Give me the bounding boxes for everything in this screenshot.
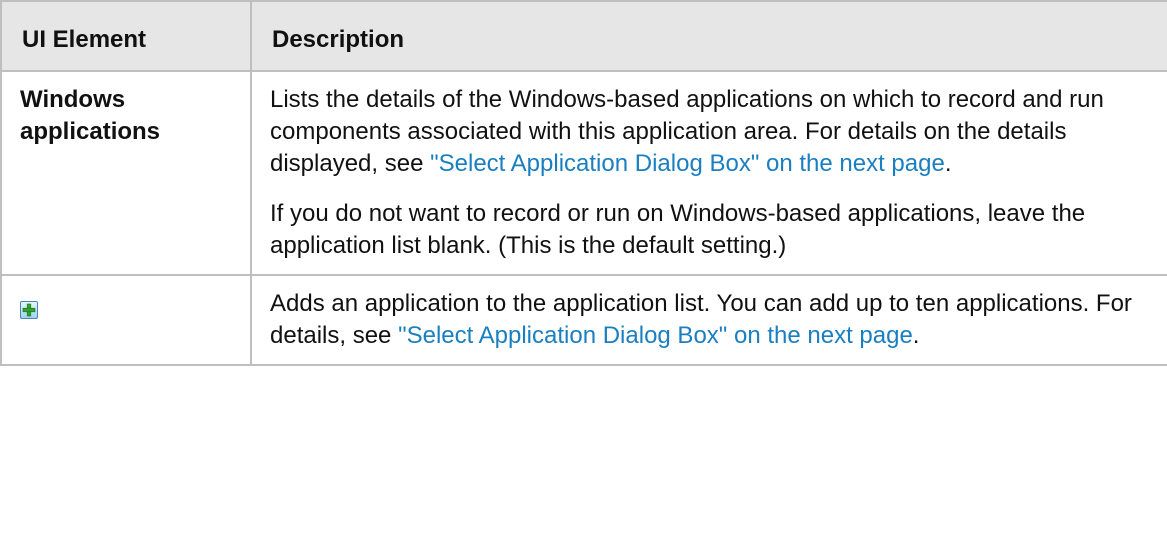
description-text-end: . [912,322,920,349]
description-text: If you do not want to record or run on W… [270,200,1086,259]
element-name-windows-applications: Windows applications [20,86,161,145]
description-cell: Lists the details of the Windows-based a… [250,70,1167,276]
select-application-dialog-link[interactable]: "Select Application Dialog Box" on the n… [398,322,913,349]
select-application-dialog-link[interactable]: "Select Application Dialog Box" on the n… [430,150,945,177]
add-plus-icon [20,296,38,319]
description-cell: Adds an application to the application l… [250,274,1167,366]
description-paragraph: Lists the details of the Windows-based a… [270,84,1151,180]
header-description: Description [250,0,1167,72]
table-row: Windows applications Lists the details o… [0,70,1167,276]
description-paragraph: If you do not want to record or run on W… [270,198,1151,262]
element-cell: Windows applications [0,70,252,276]
description-text-end: . [944,150,952,177]
ui-elements-table: UI Element Description Windows applicati… [0,0,1167,366]
table-row: Adds an application to the application l… [0,274,1167,366]
table-header-row: UI Element Description [0,0,1167,72]
element-cell [0,274,252,366]
header-ui-element: UI Element [0,0,252,72]
description-paragraph: Adds an application to the application l… [270,288,1151,352]
